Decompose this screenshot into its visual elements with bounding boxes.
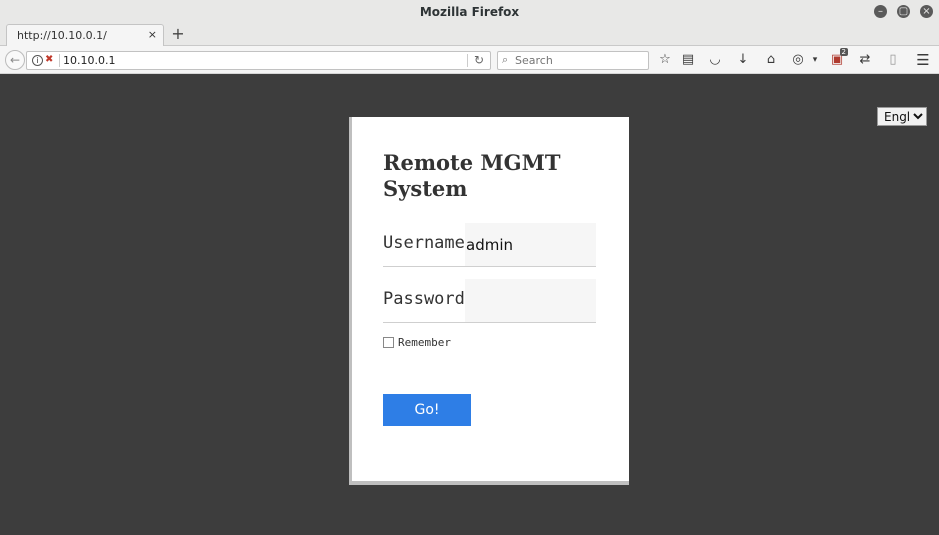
url-separator: [59, 54, 60, 67]
insecure-connection-icon[interactable]: ✖: [45, 54, 53, 65]
username-row: Username: [383, 223, 596, 267]
menu-icon[interactable]: ☰: [914, 51, 932, 69]
remember-label[interactable]: Remember: [398, 336, 451, 349]
url-bar[interactable]: i ✖ 10.10.0.1 ↻: [26, 51, 491, 70]
submit-button[interactable]: Go!: [383, 394, 471, 426]
reload-icon[interactable]: ↻: [474, 53, 484, 67]
minimize-icon[interactable]: –: [874, 5, 887, 18]
chevron-down-icon[interactable]: ▾: [806, 51, 824, 69]
remember-checkbox[interactable]: [383, 337, 394, 348]
login-card: Remote MGMT System Username Password Rem…: [352, 117, 629, 481]
window-titlebar: Mozilla Firefox – ▢ ×: [0, 0, 939, 24]
customize-icon[interactable]: ◎: [789, 51, 807, 69]
tab-close-icon[interactable]: ×: [148, 28, 157, 41]
url-text[interactable]: 10.10.0.1: [63, 54, 115, 67]
window-title: Mozilla Firefox: [419, 5, 520, 19]
tab-title: http://10.10.0.1/: [17, 29, 107, 42]
tab-strip: http://10.10.0.1/ × +: [0, 24, 939, 46]
bookmark-star-icon[interactable]: ☆: [656, 51, 674, 69]
url-separator: [467, 54, 468, 67]
username-label: Username: [383, 233, 465, 253]
username-input[interactable]: [465, 223, 596, 266]
navigation-bar: ← i ✖ 10.10.0.1 ↻ ⌕ ☆ ▤ ◡ ↓ ⌂ ◎ ▾ ▣2 ⇄ ▯…: [0, 46, 939, 74]
extension-badge: 2: [839, 48, 848, 56]
sidebar-icon[interactable]: ▯: [884, 51, 902, 69]
new-tab-icon[interactable]: +: [170, 24, 186, 44]
download-icon[interactable]: ↓: [734, 51, 752, 69]
search-icon: ⌕: [502, 53, 509, 66]
password-row: Password: [383, 279, 596, 323]
tab-active[interactable]: http://10.10.0.1/ ×: [6, 24, 164, 46]
reading-list-icon[interactable]: ▤: [679, 51, 697, 69]
search-input[interactable]: [515, 53, 645, 68]
page-content: English Remote MGMT System Username Pass…: [0, 90, 939, 535]
back-icon[interactable]: ←: [5, 50, 25, 70]
pocket-icon[interactable]: ◡: [706, 51, 724, 69]
password-label: Password: [383, 289, 465, 309]
search-bar[interactable]: ⌕: [497, 51, 649, 70]
close-icon[interactable]: ×: [920, 5, 933, 18]
extension-icon[interactable]: ▣ 2: [828, 48, 848, 69]
sync-icon[interactable]: ⇄: [856, 51, 874, 69]
password-input[interactable]: [465, 279, 596, 322]
language-select[interactable]: English: [877, 107, 927, 126]
maximize-icon[interactable]: ▢: [897, 5, 910, 18]
home-icon[interactable]: ⌂: [762, 51, 780, 69]
site-info-icon[interactable]: i: [32, 55, 43, 66]
login-heading: Remote MGMT System: [383, 150, 561, 201]
